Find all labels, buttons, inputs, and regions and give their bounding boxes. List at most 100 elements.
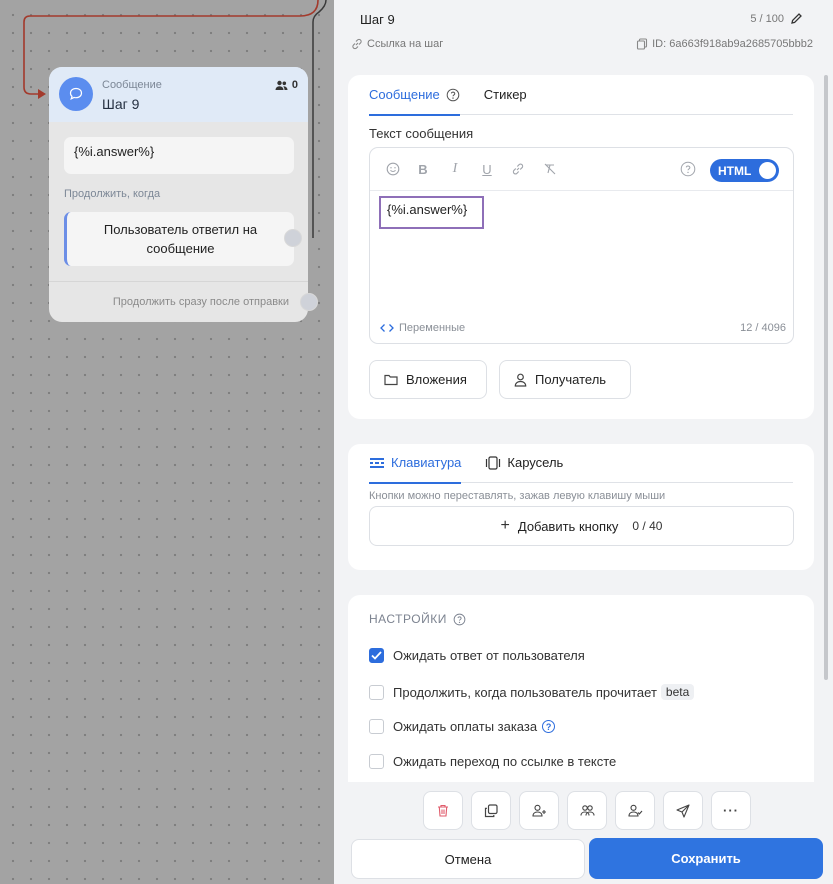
settings-heading: НАСТРОЙКИ [369,612,466,626]
attachments-label: Вложения [406,372,467,387]
folder-icon [384,374,398,386]
option-wait-link-label: Ожидать переход по ссылке в тексте [393,754,617,769]
variables-link[interactable]: Переменные [380,322,465,334]
users-group-icon[interactable] [567,791,607,830]
underline-icon[interactable]: U [478,160,496,178]
tab-message-label: Сообщение [369,87,440,102]
add-user-icon[interactable] [519,791,559,830]
tab-carousel[interactable]: Карусель [485,455,563,483]
option-continue-read[interactable]: Продолжить, когда пользователь прочитает… [369,684,695,700]
check-icon [371,651,382,660]
step-id[interactable]: ID: 6a663f918ab9a2685705bbb2 [636,38,813,50]
node-condition-text: Пользователь ответил на сообщение [103,222,258,256]
step-node[interactable]: Сообщение Шаг 9 0 {%i.answer%} Продолжит… [49,67,318,322]
checkbox-checked[interactable] [369,648,384,663]
option-wait-link[interactable]: Ожидать переход по ссылке в тексте [369,754,616,769]
link-icon [352,38,362,50]
user-check-icon[interactable] [615,791,655,830]
bold-icon[interactable]: B [414,160,432,178]
settings-card: НАСТРОЙКИ Ожидать ответ от пользователя … [348,595,814,795]
html-toggle-label: HTML [718,163,752,178]
recipient-button[interactable]: Получатель [499,360,631,399]
user-icon [514,373,527,387]
option-continue-read-label: Продолжить, когда пользователь прочитает [393,684,657,700]
node-continue-label: Продолжить, когда [64,188,161,200]
option-wait-reply-label: Ожидать ответ от пользователя [393,648,585,663]
add-button-label: Добавить кнопку [517,518,619,534]
tab-keyboard-label: Клавиатура [391,455,462,470]
step-link[interactable]: Ссылка на шаг [351,38,443,50]
link-format-icon[interactable] [509,160,527,178]
clear-format-icon[interactable] [541,160,559,178]
step-id-value: ID: 6a663f918ab9a2685705bbb2 [652,38,813,50]
node-message-preview: {%i.answer%} [64,137,294,174]
node-divider [49,281,308,282]
bottom-action-bar: ··· Отмена Сохранить [334,782,833,884]
keyboard-icon [370,458,384,468]
message-card: Сообщение Стикер Текст сообщения B I U H… [348,75,814,419]
message-tabs: Сообщение Стикер [369,87,793,116]
node-header: Сообщение Шаг 9 0 [49,67,308,122]
node-title: Шаг 9 [102,96,140,112]
attachments-button[interactable]: Вложения [369,360,487,399]
add-button-button[interactable]: + Добавить кнопку 0 / 40 [369,506,794,546]
beta-badge: beta [660,684,695,700]
message-editor: B I U HTML {%i.answer%} Переменные 12 / … [369,147,794,344]
users-count-value: 0 [291,79,298,91]
checkbox[interactable] [369,684,384,700]
title-counter-value: 5 / 100 [750,12,784,25]
checkbox[interactable] [369,719,384,734]
message-text-input[interactable]: {%i.answer%} [379,196,484,229]
toggle-knob [759,162,776,179]
message-bubble-icon [59,77,93,111]
checkbox[interactable] [369,754,384,769]
message-text-label: Текст сообщения [369,126,474,141]
tab-keyboard[interactable]: Клавиатура [369,455,462,484]
option-wait-reply[interactable]: Ожидать ответ от пользователя [369,648,585,663]
node-after-send-label: Продолжить сразу после отправки [112,296,289,308]
recipient-label: Получатель [535,372,607,387]
settings-help-icon[interactable] [453,613,466,626]
save-button[interactable]: Сохранить [589,838,823,879]
users-icon [275,80,288,90]
trash-icon[interactable] [423,791,463,830]
step-title-input[interactable]: Шаг 9 [360,12,395,27]
send-icon[interactable] [663,791,703,830]
cancel-button[interactable]: Отмена [351,839,585,879]
variables-label: Переменные [399,322,466,334]
keyboard-tabs: Клавиатура Карусель [369,455,793,484]
keyboard-card: Клавиатура Карусель Кнопки можно переста… [348,444,814,570]
panel-scrollbar[interactable] [824,75,828,680]
help-icon[interactable] [446,88,460,102]
option-wait-payment-label: Ожидать оплаты заказа [393,719,538,734]
tab-sticker[interactable]: Стикер [484,87,527,115]
tab-carousel-label: Карусель [507,455,564,470]
step-settings-panel: Шаг 9 5 / 100 Ссылка на шаг ID: 6a663f91… [334,0,833,884]
editor-toolbar: B I U HTML [370,148,793,191]
code-brackets-icon [380,324,394,332]
html-toggle[interactable]: HTML [710,159,779,182]
emoji-icon[interactable] [384,160,402,178]
more-icon[interactable]: ··· [711,791,751,830]
keyboard-hint: Кнопки можно переставлять, зажав левую к… [369,490,666,502]
node-users-count: 0 [275,79,298,91]
char-counter: 12 / 4096 [740,322,786,334]
title-counter: 5 / 100 [750,12,803,25]
editor-help-icon[interactable] [679,160,697,178]
buttons-count: 0 / 40 [632,519,663,533]
copy-icon[interactable] [471,791,511,830]
tab-message[interactable]: Сообщение [369,87,460,116]
step-link-label: Ссылка на шаг [367,38,444,50]
flow-canvas[interactable]: Сообщение Шаг 9 0 {%i.answer%} Продолжит… [0,0,334,884]
condition-output-port[interactable] [284,229,302,247]
payment-help-icon[interactable]: ? [542,720,556,733]
settings-heading-label: НАСТРОЙКИ [369,612,447,626]
tab-sticker-label: Стикер [483,87,527,102]
option-wait-payment[interactable]: Ожидать оплаты заказа ? [369,719,556,734]
plus-icon: + [500,517,510,534]
after-send-output-port[interactable] [300,293,318,311]
copy-id-icon [637,38,648,50]
italic-icon[interactable]: I [446,160,464,178]
pencil-icon[interactable] [790,12,803,25]
node-condition[interactable]: Пользователь ответил на сообщение [64,212,294,266]
